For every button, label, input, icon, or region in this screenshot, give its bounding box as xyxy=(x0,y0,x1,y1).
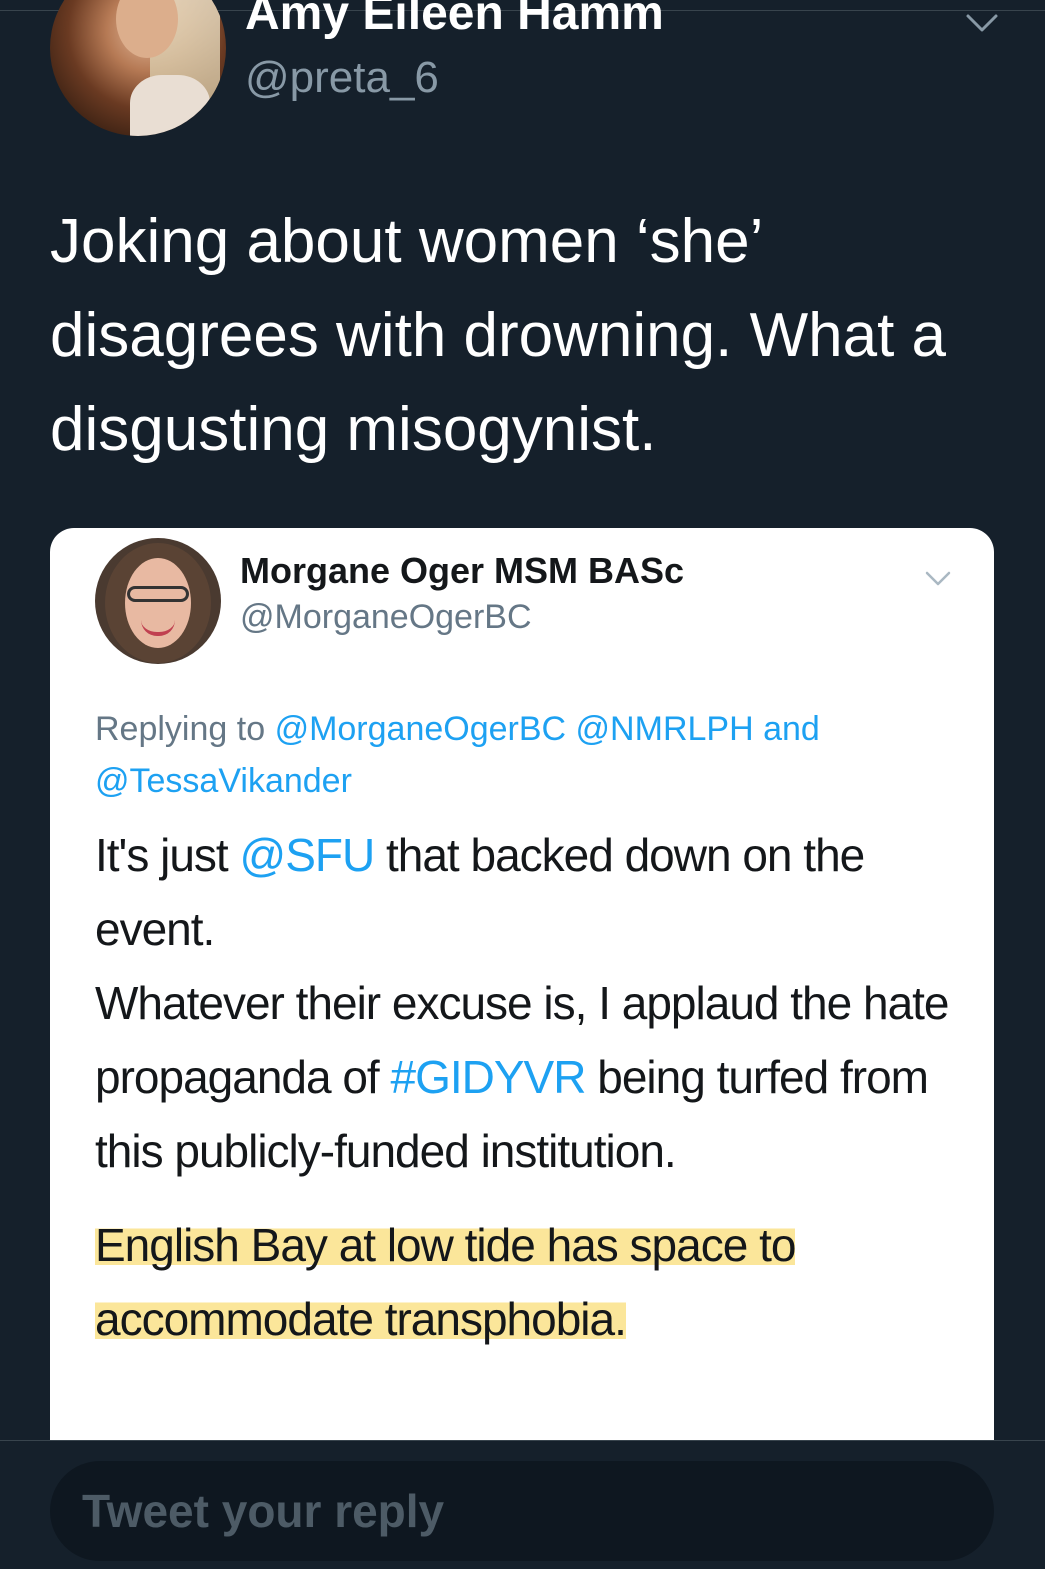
embedded-author-name: Morgane Oger MSM BASc xyxy=(240,550,685,591)
body-paragraph: Whatever their excuse is, I applaud the … xyxy=(95,977,950,1177)
author-display-name[interactable]: Amy Eileen Hamm xyxy=(245,0,664,42)
embedded-author-avatar xyxy=(95,538,221,664)
chevron-down-icon[interactable] xyxy=(962,8,1002,36)
embedded-author-handle: @MorganeOgerBC xyxy=(240,598,532,636)
replying-to-line: Replying to @MorganeOgerBC @NMRLPH and @… xyxy=(95,703,945,807)
mention-link: @MorganeOgerBC xyxy=(274,710,567,748)
highlighter-mark: English Bay at low tide has space to acc… xyxy=(95,1219,796,1345)
mention-link: @TessaVikander xyxy=(95,762,352,800)
author-avatar[interactable] xyxy=(50,0,226,136)
mention-link: @NMRLPH xyxy=(575,710,754,748)
glasses-icon xyxy=(127,586,189,602)
reply-bar xyxy=(0,1441,1045,1569)
replying-and: and xyxy=(763,710,820,748)
hashtag-link: #GIDYVR xyxy=(390,1051,587,1103)
embedded-tweet-body: It's just @SFU that backed down on the e… xyxy=(95,818,965,1356)
author-handle[interactable]: @preta_6 xyxy=(245,52,439,104)
replying-to-label: Replying to xyxy=(95,710,266,748)
reply-input[interactable] xyxy=(50,1461,994,1561)
tweet-text: Joking about women ‘she’ disagrees with … xyxy=(50,207,947,464)
body-paragraph: It's just @SFU that backed down on the e… xyxy=(95,829,865,955)
embedded-chevron-down-icon xyxy=(925,571,951,586)
embedded-screenshot[interactable]: Morgane Oger MSM BASc @MorganeOgerBC Rep… xyxy=(50,528,994,1458)
highlighted-paragraph: English Bay at low tide has space to acc… xyxy=(95,1208,965,1356)
mention-link: @SFU xyxy=(239,829,376,881)
tweet-detail-screen: Amy Eileen Hamm @preta_6 Joking about wo… xyxy=(0,0,1045,1569)
